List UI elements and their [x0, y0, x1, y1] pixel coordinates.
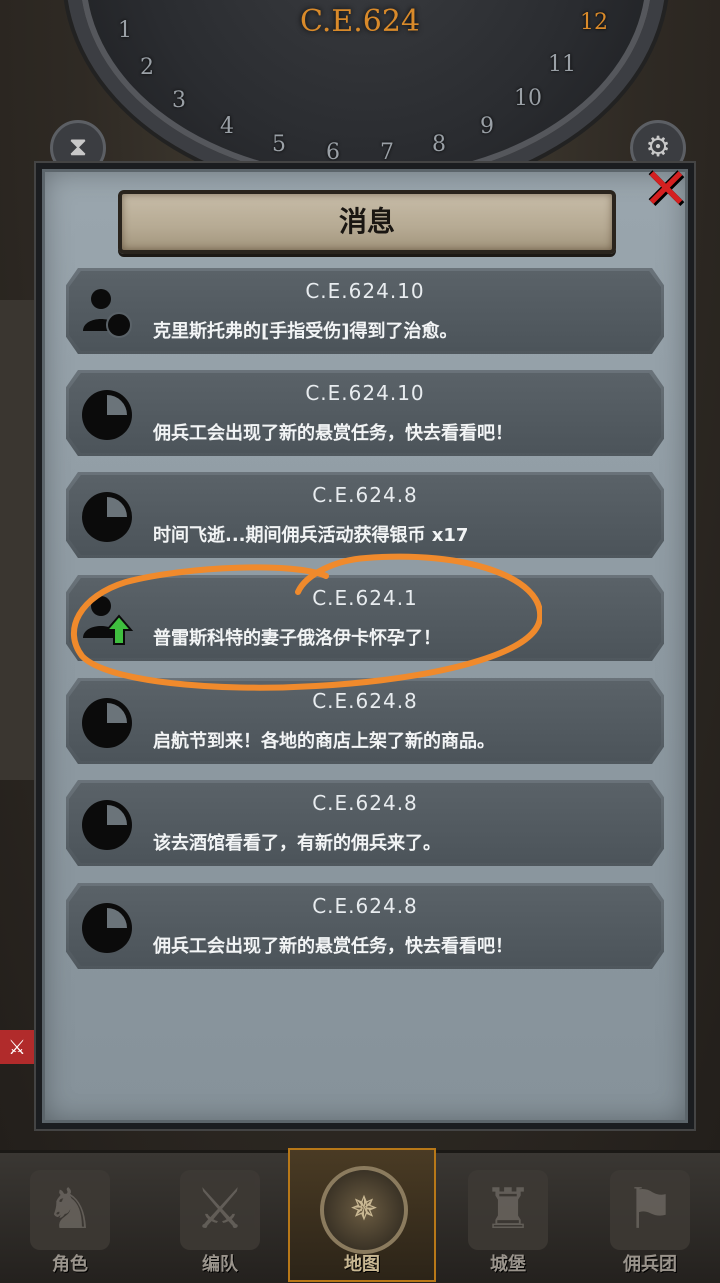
message-item[interactable]: C.E.624.10 克里斯托弗的[手指受伤]得到了治愈。 — [66, 268, 664, 354]
message-item[interactable]: C.E.624.8 佣兵工会出现了新的悬赏任务，快去看看吧！ — [66, 883, 664, 969]
message-text: 佣兵工会出现了新的悬赏任务，快去看看吧！ — [153, 423, 513, 444]
nav-tab-label: 佣兵团 — [623, 1254, 677, 1275]
dial-number: 4 — [220, 114, 234, 139]
dial-number: 11 — [548, 52, 576, 77]
message-item[interactable]: C.E.624.10 佣兵工会出现了新的悬赏任务，快去看看吧！ — [66, 370, 664, 456]
message-date: C.E.624.8 — [312, 791, 418, 815]
crossed-swords-icon[interactable]: ⚔ — [0, 1030, 34, 1064]
current-date: C.E.624 — [299, 4, 421, 39]
dial-number: 3 — [172, 88, 186, 113]
message-item[interactable]: C.E.624.8 时间飞逝...期间佣兵活动获得银币 x17 — [66, 472, 664, 558]
dial-number: 6 — [326, 140, 340, 165]
nav-tab-label: 地图 — [344, 1254, 380, 1275]
compass-north-label: N — [359, 1200, 369, 1214]
nav-tab-squad[interactable]: ⚔ 编队 — [150, 1156, 290, 1278]
message-text: 时间飞逝...期间佣兵活动获得银币 x17 — [153, 525, 469, 546]
banner-icon: ⚑ — [610, 1170, 690, 1250]
dial-number: 5 — [272, 132, 286, 157]
dial-number: 10 — [514, 86, 542, 111]
close-button[interactable]: ✕ — [638, 162, 694, 218]
nav-tab-label: 城堡 — [490, 1254, 526, 1275]
message-date: C.E.624.8 — [312, 483, 418, 507]
dial-number: 2 — [140, 55, 154, 80]
nav-tab-character[interactable]: ♞ 角色 — [0, 1156, 140, 1278]
highlight-annotation — [70, 553, 542, 691]
knight-icon: ♞ — [30, 1170, 110, 1250]
nav-tab-castle[interactable]: ♜ 城堡 — [438, 1156, 578, 1278]
message-date: C.E.624.10 — [305, 279, 425, 303]
dialog-title-plate: 消息 — [118, 190, 616, 254]
nav-tab-label: 编队 — [202, 1254, 238, 1275]
nav-tab-map[interactable]: N ✵ 地图 — [288, 1148, 436, 1282]
nav-tab-mercenary-group[interactable]: ⚑ 佣兵团 — [580, 1156, 720, 1278]
message-text: 克里斯托弗的[手指受伤]得到了治愈。 — [153, 321, 458, 342]
dial-number: 1 — [118, 18, 132, 43]
map-side-strip — [0, 300, 34, 780]
dial-number: 9 — [480, 114, 494, 139]
castle-icon: ♜ — [468, 1170, 548, 1250]
compass-icon: N ✵ — [320, 1166, 408, 1254]
message-date: C.E.624.10 — [305, 381, 425, 405]
message-text: 该去酒馆看看了，有新的佣兵来了。 — [153, 833, 441, 854]
message-date: C.E.624.8 — [312, 894, 418, 918]
dial-number: 7 — [380, 140, 394, 165]
close-icon: ✕ — [642, 157, 690, 222]
message-item[interactable]: C.E.624.8 该去酒馆看看了，有新的佣兵来了。 — [66, 780, 664, 866]
squad-icon: ⚔ — [180, 1170, 260, 1250]
dial-number: 8 — [432, 132, 446, 157]
dialog-title: 消息 — [338, 205, 395, 238]
message-text: 佣兵工会出现了新的悬赏任务，快去看看吧！ — [153, 936, 513, 957]
dial-number: 12 — [580, 10, 608, 35]
nav-tab-label: 角色 — [52, 1254, 88, 1275]
message-text: 启航节到来！各地的商店上架了新的商品。 — [153, 731, 495, 752]
